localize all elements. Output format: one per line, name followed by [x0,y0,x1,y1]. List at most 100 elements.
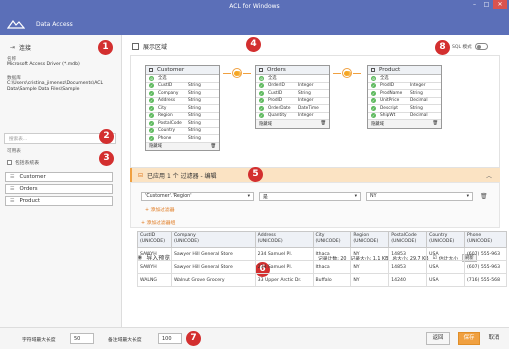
join-connector-orders-product[interactable] [333,68,361,78]
select-all-row[interactable]: ⊘ 全选 [146,75,219,83]
hide-fields-row[interactable]: 隐藏域 🗑 [146,142,219,150]
table-box-title: Product [379,67,401,73]
trash-icon[interactable]: 🗑 [321,121,326,126]
field-row[interactable]: ✓ OrderDate DateTime [256,105,329,113]
field-included-icon: ✓ [371,83,376,89]
field-included-icon: ✓ [259,105,264,111]
field-row[interactable]: ✓ City String [146,105,219,113]
column-header[interactable]: Country (UNICODE) [426,231,466,248]
memo-length-input[interactable]: 100 [158,333,182,344]
join-canvas[interactable]: Customer ⊘ 全选 ✓ CustID String ✓ Company Strin… [130,55,500,168]
field-row[interactable]: ✓ CustID String [146,83,219,90]
cell: 14853 [388,247,428,261]
field-row[interactable]: ✓ ProdID Integer [368,83,441,90]
table-item-orders[interactable]: ☰ Orders [5,184,113,194]
field-row[interactable]: ✓ Phone String [146,135,219,143]
sql-mode-toggle[interactable] [474,43,488,50]
column-header[interactable]: CustID (UNICODE) [137,231,172,248]
select-all-label: 全选 [268,76,277,82]
table-box-title: Customer [157,67,185,73]
callout-badge-1: 1 [98,40,113,55]
join-line [333,72,341,74]
table-box-icon [371,68,375,72]
table-item-product[interactable]: ☰ Product [5,196,113,206]
filter-panel: 'Customer'.'Region' ▾ 是 ▾ NY ▾ 🗑 + 添加过滤器… [130,182,500,228]
field-row[interactable]: ✓ UnitPrice Decimal [368,98,441,105]
maximize-icon[interactable]: □ [481,0,492,9]
field-row[interactable]: ✓ Address String [146,98,219,105]
callout-badge-2: 2 [99,129,114,144]
select-all-row[interactable]: ⊘ 全选 [368,75,441,83]
trash-icon[interactable]: 🗑 [433,121,438,126]
display-area-label: 展示区域 [143,44,168,51]
join-icon[interactable] [232,68,242,78]
field-row[interactable]: ✓ Country String [146,128,219,135]
table-box-header[interactable]: Orders [256,66,329,75]
cell: SAWYH [137,247,172,261]
checkbox-box[interactable] [7,160,12,165]
join-connector-customer-orders[interactable] [223,68,251,78]
field-row[interactable]: ✓ ProdName String [368,90,441,98]
app-header: Data Access [0,13,509,35]
add-filter-group-link[interactable]: + 添加过滤器组 [141,219,175,226]
join-line [353,72,361,74]
table-box-product[interactable]: Product ⊘ 全选 ✓ ProdID Integer ✓ ProdName Stri… [367,65,442,129]
column-header[interactable]: City (UNICODE) [312,231,352,248]
hide-fields-row[interactable]: 隐藏域 🗑 [256,120,329,128]
field-included-icon: ✓ [149,105,154,111]
field-name: ShipWt [380,113,396,119]
field-included-icon: ✓ [371,98,376,104]
add-filter-link[interactable]: + 添加过滤器 [145,206,175,213]
filter-field-select[interactable]: 'Customer'.'Region' ▾ [141,192,254,201]
field-row[interactable]: ✓ Company String [146,90,219,98]
cell: 234 Samuel Pl. [254,247,314,261]
table-box-orders[interactable]: Orders ⊘ 全选 ✓ OrderID Integer ✓ CustID String… [255,65,330,129]
column-header[interactable]: PostalCode (UNICODE) [388,231,428,248]
cancel-button[interactable]: 取消 [483,332,505,345]
chevron-down-icon: ▾ [466,194,469,199]
field-row[interactable]: ✓ ShipWt Decimal [368,113,441,120]
cell: Ithaca [312,247,352,261]
table-box-icon [259,68,263,72]
trash-icon[interactable]: 🗑 [211,144,216,149]
field-row[interactable]: ✓ OrderID Integer [256,83,329,90]
save-button[interactable]: 保存 [458,332,480,345]
column-header[interactable]: Phone (UNICODE) [464,231,507,248]
field-row[interactable]: ✓ Quantity Integer [256,113,329,120]
table-box-header[interactable]: Customer [146,66,219,75]
table-box-customer[interactable]: Customer ⊘ 全选 ✓ CustID String ✓ Company Strin… [145,65,220,151]
close-icon[interactable]: ✕ [493,0,507,9]
field-included-icon: ✓ [149,98,154,104]
footer-bar: 字符域最大长度 50 备注域最大长度 100 7 返回 保存 取消 [0,327,509,349]
chevron-up-icon[interactable]: ︿ [486,171,492,180]
field-name: Descript [380,105,398,111]
trash-icon[interactable]: 🗑 [480,193,488,200]
field-row[interactable]: ✓ PostalCode String [146,120,219,128]
cell: 234 Samuel Pl. [254,260,314,274]
filter-operator-select[interactable]: 是 ▾ [259,192,361,201]
field-included-icon: ✓ [259,83,264,89]
field-row[interactable]: ✓ Region String [146,113,219,120]
minimize-icon[interactable]: – [469,0,480,9]
back-button[interactable]: 返回 [426,332,450,345]
field-included-icon: ✓ [149,113,154,119]
connection-header[interactable]: ⇥ 连接 [10,43,31,52]
field-row[interactable]: ✓ ProdID Integer [256,98,329,105]
table-item-customer[interactable]: ☰ Customer [5,172,113,182]
column-header[interactable]: Region (UNICODE) [350,231,390,248]
select-all-row[interactable]: ⊘ 全选 [256,75,329,83]
field-row[interactable]: ✓ Descript String [368,105,441,113]
hide-fields-row[interactable]: 隐藏域 🗑 [368,120,441,128]
field-type: Decimal [410,98,428,104]
include-system-tables-checkbox[interactable]: 包括系统表 [7,159,39,166]
filter-value-select[interactable]: NY ▾ [366,192,473,201]
table-box-header[interactable]: Product [368,66,441,75]
join-icon[interactable] [342,68,352,78]
cell: NY [350,273,390,287]
cell: NY [350,247,390,261]
column-header[interactable]: Address (UNICODE) [254,231,314,248]
field-row[interactable]: ✓ CustID String [256,90,329,98]
column-header[interactable]: Company (UNICODE) [170,231,256,248]
filter-section-header[interactable]: ⊟ 已应用 1 个 过滤器 - 编辑 ︿ [130,168,500,182]
char-length-input[interactable]: 50 [70,333,94,344]
